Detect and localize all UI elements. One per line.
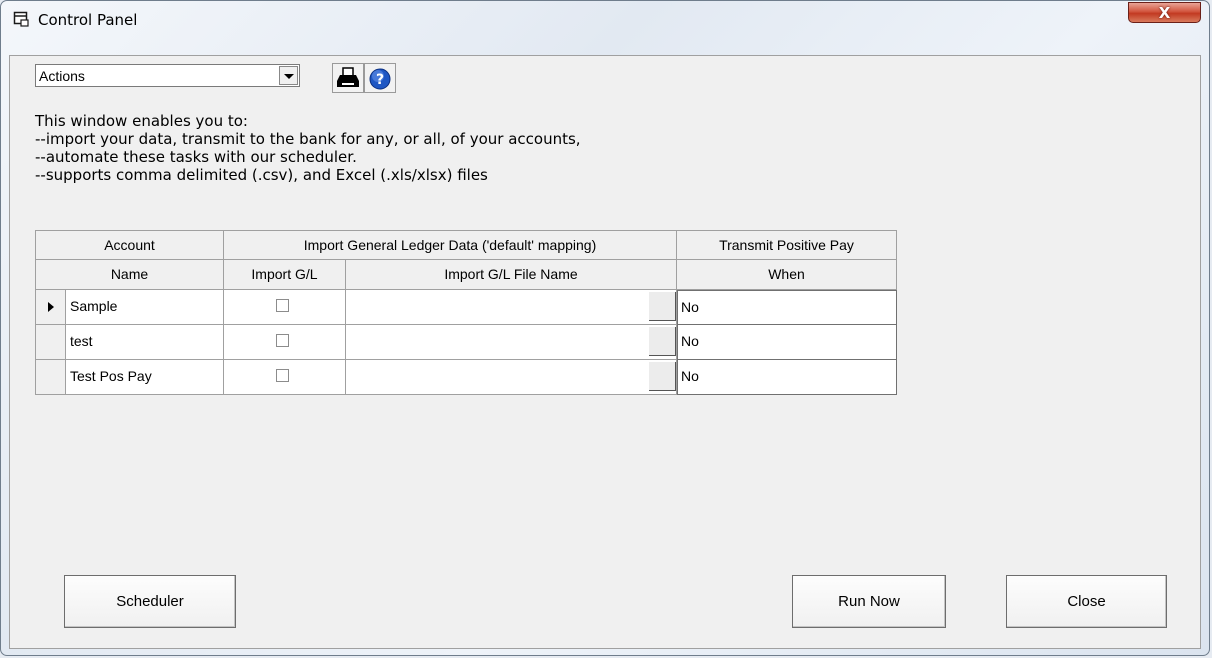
import-gl-cell [224, 325, 346, 360]
group-header-import: Import General Ledger Data ('default' ma… [224, 230, 677, 260]
import-gl-cell [224, 290, 346, 325]
accounts-grid: Account Import General Ledger Data ('def… [35, 230, 897, 395]
import-gl-checkbox[interactable] [276, 334, 289, 347]
window-close-button[interactable]: X [1128, 2, 1201, 23]
file-name-cell[interactable] [346, 290, 677, 325]
description-line: --import your data, transmit to the bank… [35, 130, 581, 148]
column-header-name[interactable]: Name [35, 260, 224, 290]
import-gl-cell [224, 360, 346, 395]
browse-file-button[interactable] [649, 327, 676, 356]
window-app-icon [13, 11, 29, 27]
chevron-down-icon[interactable] [279, 66, 298, 85]
group-header-transmit: Transmit Positive Pay [677, 230, 897, 260]
account-name-cell[interactable]: Test Pos Pay [66, 360, 224, 395]
when-cell[interactable]: No [677, 290, 897, 325]
account-name-cell[interactable]: Sample [66, 290, 224, 325]
help-button[interactable]: ? [364, 63, 396, 93]
column-header-when[interactable]: When [677, 260, 897, 290]
import-gl-checkbox[interactable] [276, 369, 289, 382]
account-name-cell[interactable]: test [66, 325, 224, 360]
actions-dropdown[interactable]: Actions [35, 64, 300, 87]
close-icon: X [1158, 4, 1171, 22]
column-header-file-name[interactable]: Import G/L File Name [346, 260, 677, 290]
description-line: --supports comma delimited (.csv), and E… [35, 166, 488, 184]
print-button[interactable] [332, 63, 364, 93]
browse-file-button[interactable] [649, 362, 676, 391]
description-text: This window enables you to: --import your… [35, 112, 581, 184]
control-panel-window: Control Panel X Actions ? This window en… [0, 0, 1210, 656]
window-title: Control Panel [38, 11, 138, 29]
actions-dropdown-value: Actions [39, 68, 85, 84]
description-line: --automate these tasks with our schedule… [35, 148, 357, 166]
row-selector[interactable] [35, 360, 66, 395]
title-bar[interactable]: Control Panel X [1, 1, 1209, 37]
current-row-arrow-icon [48, 302, 54, 312]
help-icon: ? [369, 68, 391, 90]
svg-text:?: ? [376, 72, 384, 88]
printer-icon [337, 67, 359, 87]
column-header-import-gl[interactable]: Import G/L [224, 260, 346, 290]
run-now-button[interactable]: Run Now [792, 575, 946, 628]
file-name-cell[interactable] [346, 325, 677, 360]
import-gl-checkbox[interactable] [276, 299, 289, 312]
description-line: This window enables you to: [35, 112, 248, 130]
scheduler-button[interactable]: Scheduler [64, 575, 236, 628]
row-selector[interactable] [35, 325, 66, 360]
when-cell[interactable]: No [677, 325, 897, 360]
row-selector[interactable] [35, 290, 66, 325]
file-name-cell[interactable] [346, 360, 677, 395]
when-cell[interactable]: No [677, 360, 897, 395]
close-button[interactable]: Close [1006, 575, 1167, 628]
group-header-account: Account [35, 230, 224, 260]
browse-file-button[interactable] [649, 292, 676, 321]
